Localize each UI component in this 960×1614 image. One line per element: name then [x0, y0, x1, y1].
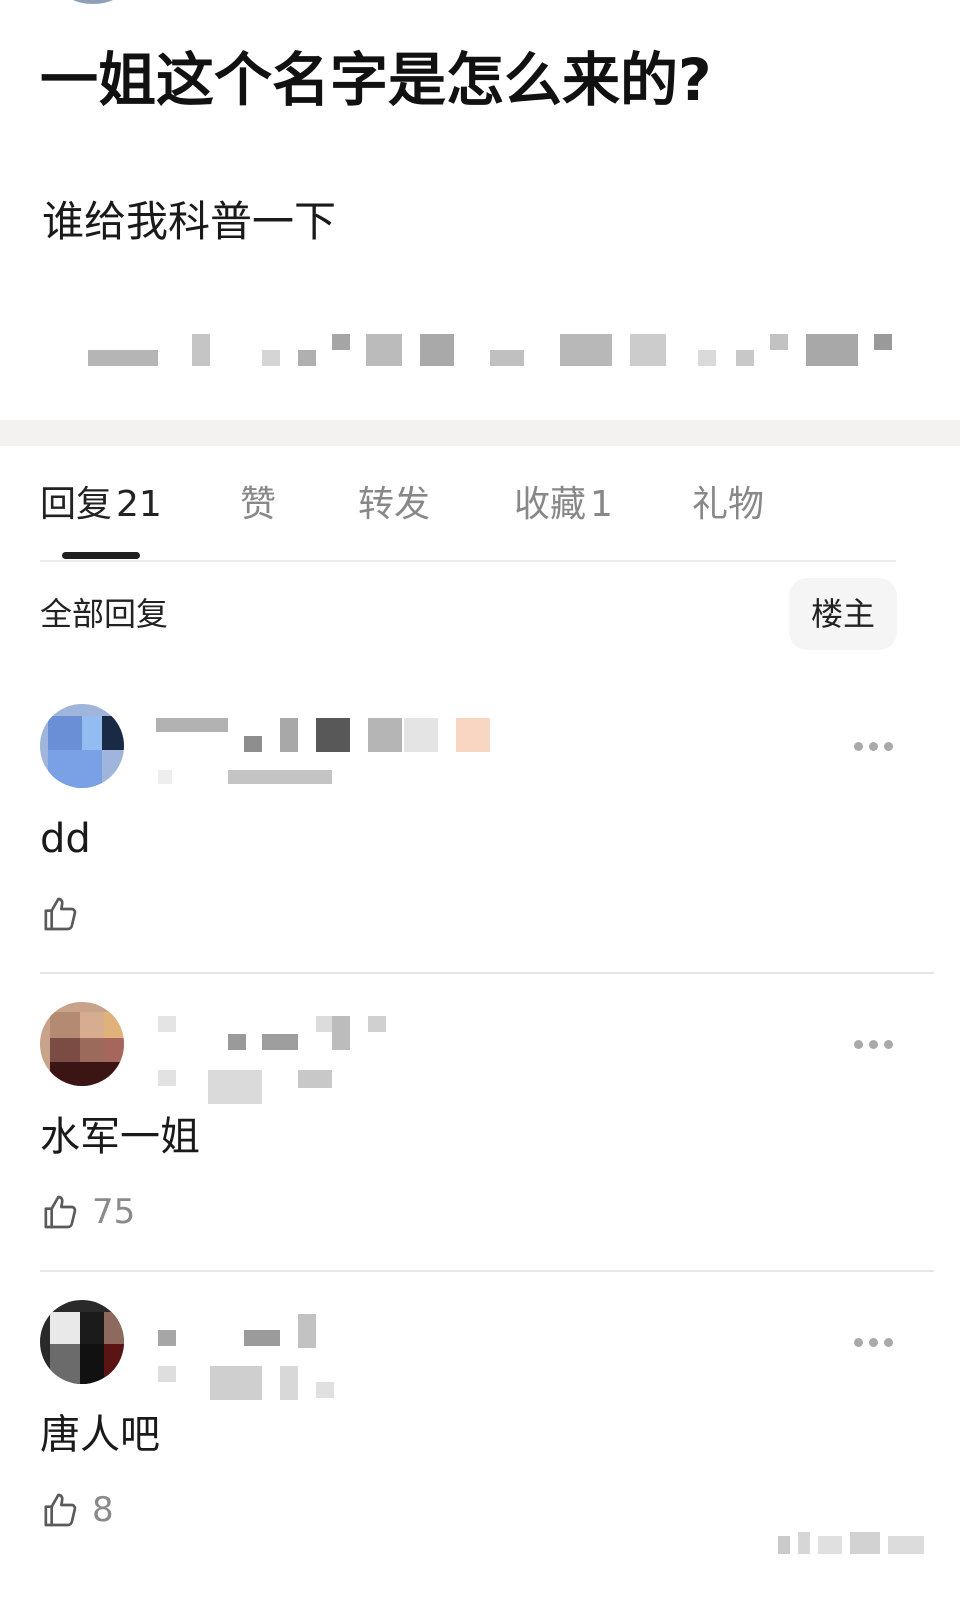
avatar[interactable]	[40, 1002, 124, 1086]
watermark-redacted	[778, 1532, 926, 1556]
reply-divider	[40, 1270, 934, 1272]
tab-reposts[interactable]: 转发	[358, 482, 430, 528]
tab-replies-label: 回复	[40, 484, 113, 525]
tab-replies[interactable]: 回复 21	[40, 482, 162, 528]
like-count: 8	[92, 1490, 114, 1530]
tab-likes[interactable]: 赞	[240, 482, 276, 528]
post-body: 谁给我科普一下	[42, 197, 337, 246]
author-avatar-partial[interactable]	[62, 0, 124, 4]
active-tab-indicator	[62, 552, 140, 559]
more-options-button[interactable]	[852, 1032, 896, 1056]
reply-content: 水军一姐	[40, 1114, 200, 1160]
tab-gifts[interactable]: 礼物	[692, 482, 764, 528]
tabs-divider	[40, 560, 896, 562]
reply-item: dd	[0, 704, 960, 1002]
reply-content: 唐人吧	[40, 1412, 160, 1458]
tab-favorites-label: 收藏	[514, 484, 587, 525]
avatar[interactable]	[40, 1300, 124, 1384]
tab-favorites-count: 1	[590, 484, 613, 525]
tab-likes-label: 赞	[240, 484, 277, 525]
post-meta-redacted	[42, 330, 902, 370]
reply-content: dd	[40, 816, 91, 862]
tab-favorites[interactable]: 收藏 1	[514, 482, 613, 528]
thumbs-up-icon	[44, 897, 77, 931]
reply-item: 水军一姐 75	[0, 1002, 960, 1300]
post-title: 一姐这个名字是怎么来的?	[40, 46, 712, 114]
op-only-button[interactable]: 楼主	[789, 578, 897, 650]
tab-replies-count: 21	[116, 484, 162, 525]
tab-reposts-label: 转发	[358, 484, 431, 525]
all-replies-label: 全部回复	[40, 595, 169, 633]
more-options-button[interactable]	[852, 1330, 896, 1354]
username-redacted[interactable]	[156, 714, 516, 794]
avatar[interactable]	[40, 704, 124, 788]
like-count: 75	[92, 1192, 136, 1232]
tab-gifts-label: 礼物	[692, 484, 765, 525]
username-redacted[interactable]	[156, 1012, 516, 1104]
thumbs-up-icon	[44, 1493, 77, 1527]
tab-bar: 回复 21 赞 转发 收藏 1 礼物	[40, 470, 896, 560]
thumbs-up-icon	[44, 1195, 77, 1229]
username-redacted[interactable]	[156, 1310, 516, 1400]
section-divider	[0, 420, 960, 446]
more-options-button[interactable]	[852, 734, 896, 758]
reply-divider	[40, 972, 934, 974]
